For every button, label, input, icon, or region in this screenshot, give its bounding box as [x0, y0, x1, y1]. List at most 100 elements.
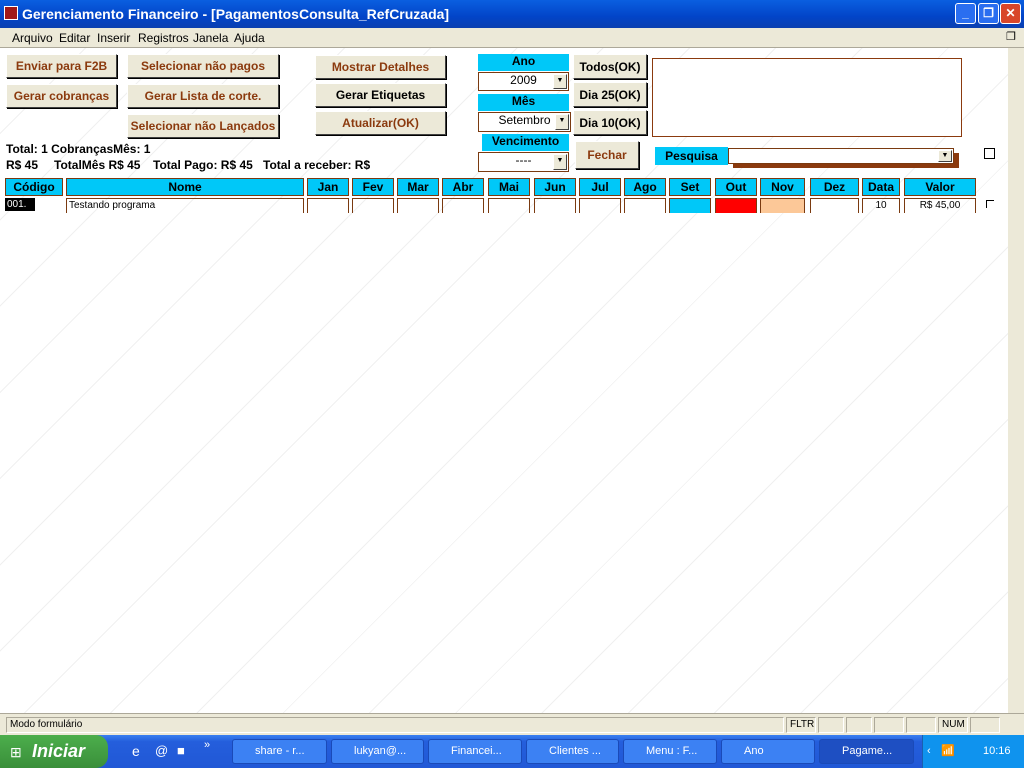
- column-header-ago[interactable]: Ago: [624, 178, 666, 196]
- status-box: [818, 717, 844, 733]
- total-rs-text: R$ 45: [6, 158, 39, 172]
- pesquisa-select[interactable]: ▼: [728, 148, 954, 164]
- desktop-icon[interactable]: ■: [177, 743, 185, 758]
- more-quicklaunch-icon[interactable]: »: [204, 739, 210, 751]
- cell-month-dez[interactable]: [810, 198, 859, 213]
- column-header-dez[interactable]: Dez: [810, 178, 859, 196]
- mostrar-detalhes-button[interactable]: Mostrar Detalhes: [315, 55, 446, 79]
- taskbar-item[interactable]: lukyan@...: [331, 739, 424, 764]
- network-icon: 📶: [941, 745, 955, 757]
- cell-month-jun[interactable]: [534, 198, 576, 213]
- column-header-jan[interactable]: Jan: [307, 178, 349, 196]
- cell-month-mai[interactable]: [488, 198, 530, 213]
- cell-month-nov[interactable]: [760, 198, 805, 213]
- menu-bar: Arquivo Editar Inserir Registros Janela …: [0, 28, 1024, 48]
- todos-button[interactable]: Todos(OK): [573, 54, 647, 79]
- total-pago-text: Total Pago: R$ 45: [153, 158, 253, 172]
- mes-select[interactable]: Setembro ▼: [478, 112, 571, 132]
- status-mode: Modo formulário: [6, 717, 784, 733]
- column-header-jul[interactable]: Jul: [579, 178, 621, 196]
- chevron-down-icon[interactable]: ▼: [553, 74, 567, 89]
- status-box: [874, 717, 904, 733]
- ano-select[interactable]: 2009 ▼: [478, 72, 569, 91]
- taskbar-item[interactable]: share - r...: [232, 739, 327, 764]
- row-checkbox[interactable]: [986, 200, 994, 208]
- menu-inserir[interactable]: Inserir: [97, 31, 130, 45]
- column-header-data[interactable]: Data: [862, 178, 900, 196]
- vencimento-select[interactable]: ---- ▼: [478, 152, 569, 172]
- column-header-mar[interactable]: Mar: [397, 178, 439, 196]
- taskbar-item[interactable]: Pagame...: [819, 739, 914, 764]
- column-header-código[interactable]: Código: [5, 178, 63, 196]
- minimize-button[interactable]: _: [955, 3, 976, 24]
- restore-child-icon[interactable]: ❐: [1006, 30, 1016, 43]
- windows-logo-icon: ⊞: [10, 744, 22, 760]
- enviar-f2b-button[interactable]: Enviar para F2B: [6, 54, 117, 78]
- ano-label: Ano: [478, 54, 569, 71]
- cell-month-set[interactable]: [669, 198, 711, 213]
- selecionar-nao-pagos-button[interactable]: Selecionar não pagos: [127, 54, 279, 78]
- column-header-nome[interactable]: Nome: [66, 178, 304, 196]
- ie-icon[interactable]: e: [132, 743, 140, 759]
- menu-janela[interactable]: Janela: [193, 31, 228, 45]
- cell-month-fev[interactable]: [352, 198, 394, 213]
- cell-month-abr[interactable]: [442, 198, 484, 213]
- menu-ajuda[interactable]: Ajuda: [234, 31, 265, 45]
- cell-data[interactable]: 10: [862, 198, 900, 213]
- fechar-button[interactable]: Fechar: [575, 141, 639, 169]
- column-header-jun[interactable]: Jun: [534, 178, 576, 196]
- column-header-fev[interactable]: Fev: [352, 178, 394, 196]
- column-header-set[interactable]: Set: [669, 178, 711, 196]
- total-receber-text: Total a receber: R$: [263, 158, 371, 172]
- restore-button[interactable]: ❐: [978, 3, 999, 24]
- total-mes-text: TotalMês R$ 45: [54, 158, 141, 172]
- taskbar-item[interactable]: Ano: [721, 739, 815, 764]
- taskbar-item[interactable]: Financei...: [428, 739, 522, 764]
- column-header-abr[interactable]: Abr: [442, 178, 484, 196]
- cell-month-out[interactable]: [715, 198, 757, 213]
- column-header-valor[interactable]: Valor: [904, 178, 976, 196]
- gerar-etiquetas-button[interactable]: Gerar Etiquetas: [315, 83, 446, 107]
- window-title: Gerenciamento Financeiro - [PagamentosCo…: [22, 6, 450, 22]
- status-bar: Modo formulário FLTR NUM: [0, 713, 1024, 735]
- gerar-lista-corte-button[interactable]: Gerar Lista de corte.: [127, 84, 279, 108]
- column-header-mai[interactable]: Mai: [488, 178, 530, 196]
- menu-arquivo[interactable]: Arquivo: [12, 31, 53, 45]
- start-label: Iniciar: [32, 741, 86, 761]
- cell-valor[interactable]: R$ 45,00: [904, 198, 976, 213]
- mes-value: Setembro: [498, 113, 551, 127]
- status-fltr: FLTR: [786, 717, 816, 733]
- chevron-down-icon[interactable]: ▼: [555, 114, 569, 130]
- close-button[interactable]: ✕: [1000, 3, 1021, 24]
- chevron-down-icon[interactable]: ▼: [938, 150, 952, 162]
- vertical-scrollbar[interactable]: [1008, 48, 1024, 713]
- cell-month-ago[interactable]: [624, 198, 666, 213]
- form-area: Enviar para F2B Gerar cobranças Selecion…: [0, 48, 1008, 713]
- gerar-cobrancas-button[interactable]: Gerar cobranças: [6, 84, 117, 108]
- select-all-checkbox[interactable]: [984, 148, 995, 159]
- cell-month-jul[interactable]: [579, 198, 621, 213]
- cell-month-mar[interactable]: [397, 198, 439, 213]
- menu-editar[interactable]: Editar: [59, 31, 90, 45]
- menu-registros[interactable]: Registros: [138, 31, 189, 45]
- app-icon: [4, 6, 18, 20]
- cell-codigo[interactable]: 001.: [5, 198, 35, 211]
- selecionar-nao-lancados-button[interactable]: Selecionar não Lançados: [127, 114, 279, 138]
- column-header-out[interactable]: Out: [715, 178, 757, 196]
- cell-nome[interactable]: Testando programa: [66, 198, 304, 213]
- chevron-down-icon[interactable]: ▼: [553, 154, 567, 170]
- status-num: NUM: [938, 717, 968, 733]
- total-cobrancas-text: Total: 1 CobrançasMês: 1: [6, 142, 151, 156]
- cell-month-jan[interactable]: [307, 198, 349, 213]
- dia10-button[interactable]: Dia 10(OK): [573, 110, 647, 135]
- atualizar-button[interactable]: Atualizar(OK): [315, 111, 446, 135]
- vencimento-label: Vencimento: [482, 134, 569, 151]
- taskbar-item[interactable]: Menu : F...: [623, 739, 717, 764]
- browser-icon[interactable]: @: [155, 743, 168, 758]
- dia25-button[interactable]: Dia 25(OK): [573, 82, 647, 107]
- column-header-nov[interactable]: Nov: [760, 178, 805, 196]
- details-textbox[interactable]: [652, 58, 962, 137]
- tray-expand-icon[interactable]: ‹: [927, 735, 931, 768]
- taskbar-item[interactable]: Clientes ...: [526, 739, 619, 764]
- pesquisa-label: Pesquisa: [655, 147, 728, 165]
